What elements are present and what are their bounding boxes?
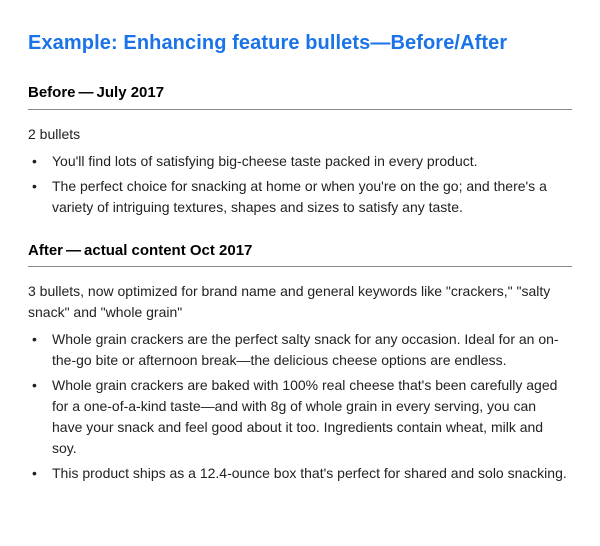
list-item: The perfect choice for snacking at home … (32, 176, 572, 218)
list-item: This product ships as a 12.4-ounce box t… (32, 463, 572, 484)
list-item: Whole grain crackers are the perfect sal… (32, 329, 572, 371)
after-heading: After — actual content Oct 2017 (28, 240, 572, 268)
bullet-text: The perfect choice for snacking at home … (48, 176, 570, 218)
before-intro: 2 bullets (28, 124, 572, 145)
bullet-text: You'll find lots of satisfying big-chees… (48, 151, 570, 172)
before-bullet-list: You'll find lots of satisfying big-chees… (28, 151, 572, 218)
after-bullet-list: Whole grain crackers are the perfect sal… (28, 329, 572, 484)
bullet-text: Whole grain crackers are the perfect sal… (48, 329, 570, 371)
after-intro: 3 bullets, now optimized for brand name … (28, 281, 572, 323)
list-item: You'll find lots of satisfying big-chees… (32, 151, 572, 172)
page-title: Example: Enhancing feature bullets—Befor… (28, 28, 572, 58)
bullet-text: This product ships as a 12.4-ounce box t… (48, 463, 570, 484)
bullet-text: Whole grain crackers are baked with 100%… (48, 375, 570, 459)
before-heading: Before — July 2017 (28, 82, 572, 110)
list-item: Whole grain crackers are baked with 100%… (32, 375, 572, 459)
